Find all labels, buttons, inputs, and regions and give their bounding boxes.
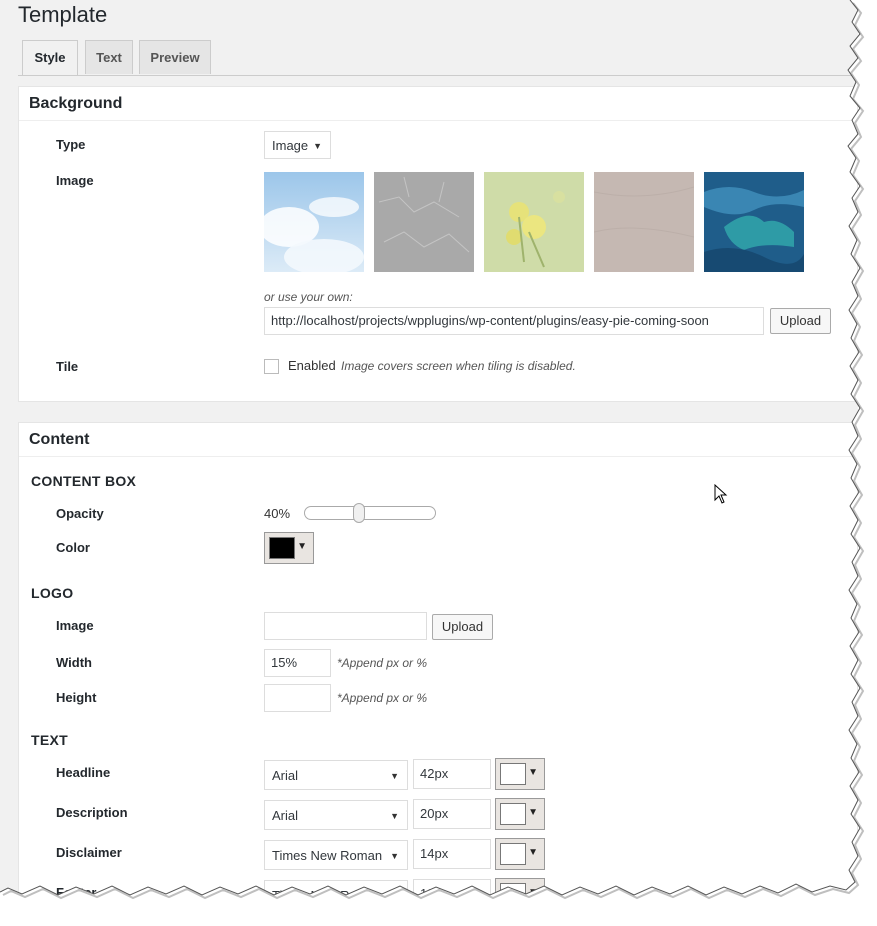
- torn-edge-overlay: [0, 0, 877, 926]
